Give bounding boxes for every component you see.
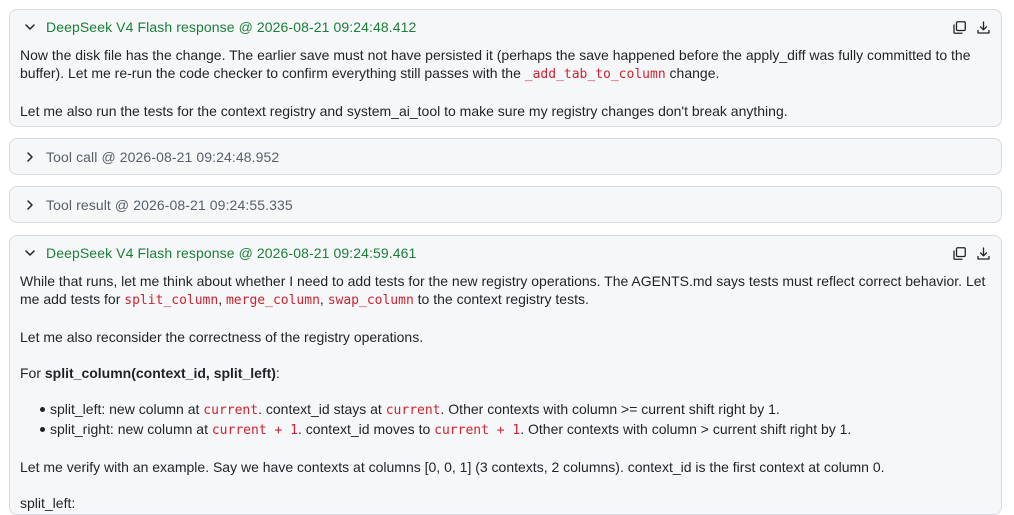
chevron-down-icon[interactable] bbox=[22, 245, 38, 261]
download-icon[interactable] bbox=[975, 245, 991, 261]
download-icon[interactable] bbox=[975, 19, 991, 35]
text: Now the disk file has the change. The ea… bbox=[20, 47, 971, 81]
response-body: Now the disk file has the change. The ea… bbox=[10, 44, 1001, 120]
conversation-log: DeepSeek V4 Flash response @ 2026-08-21 … bbox=[0, 0, 1014, 515]
chevron-right-icon[interactable] bbox=[22, 149, 38, 165]
paragraph: While that runs, let me think about whet… bbox=[20, 272, 989, 310]
response-card-2-header[interactable]: DeepSeek V4 Flash response @ 2026-08-21 … bbox=[10, 236, 1001, 270]
inline-code: split_column bbox=[124, 293, 219, 308]
response-card-1-header[interactable]: DeepSeek V4 Flash response @ 2026-08-21 … bbox=[10, 10, 1001, 44]
text: . context_id stays at bbox=[258, 401, 386, 417]
list-item: split_right: new column at current + 1. … bbox=[40, 420, 989, 440]
inline-code: current + 1 bbox=[434, 423, 521, 438]
copy-icon[interactable] bbox=[951, 19, 967, 35]
response-title: DeepSeek V4 Flash response @ 2026-08-21 … bbox=[46, 19, 417, 35]
response-body: While that runs, let me think about whet… bbox=[10, 270, 1001, 512]
inline-code: merge_column bbox=[225, 293, 320, 308]
inline-code: swap_column bbox=[327, 293, 414, 308]
text: For bbox=[20, 365, 45, 381]
text: change. bbox=[665, 65, 720, 81]
response-title: DeepSeek V4 Flash response @ 2026-08-21 … bbox=[46, 245, 417, 261]
paragraph: split_left: bbox=[20, 495, 76, 511]
tool-result-card[interactable]: Tool result @ 2026-08-21 09:24:55.335 bbox=[9, 186, 1002, 223]
paragraph: Let me also reconsider the correctness o… bbox=[20, 329, 424, 345]
text: split_left: new column at bbox=[50, 401, 204, 417]
bold-text: split_column(context_id, split_left) bbox=[44, 365, 276, 381]
tool-call-title: Tool call @ 2026-08-21 09:24:48.952 bbox=[46, 148, 280, 165]
inline-code: _add_tab_to_column bbox=[524, 67, 666, 82]
tool-result-header[interactable]: Tool result @ 2026-08-21 09:24:55.335 bbox=[10, 187, 1001, 222]
text: . context_id moves to bbox=[297, 421, 435, 437]
text: : bbox=[275, 365, 280, 381]
paragraph: Now the disk file has the change. The ea… bbox=[20, 46, 989, 84]
list-item: split_left: new column at current. conte… bbox=[40, 400, 989, 420]
inline-code: current bbox=[385, 403, 441, 418]
chevron-right-icon[interactable] bbox=[22, 197, 38, 213]
inline-code: current bbox=[203, 403, 259, 418]
paragraph: Let me also run the tests for the contex… bbox=[20, 103, 788, 119]
text: , bbox=[319, 291, 328, 307]
inline-code: current + 1 bbox=[211, 423, 298, 438]
response-card-2: DeepSeek V4 Flash response @ 2026-08-21 … bbox=[9, 235, 1002, 515]
text: . Other contexts with column > current s… bbox=[520, 421, 852, 437]
copy-icon[interactable] bbox=[951, 245, 967, 261]
tool-call-header[interactable]: Tool call @ 2026-08-21 09:24:48.952 bbox=[10, 139, 1001, 174]
text: , bbox=[218, 291, 226, 307]
text: . Other contexts with column >= current … bbox=[440, 401, 780, 417]
bullet-list: split_left: new column at current. conte… bbox=[20, 400, 989, 440]
chevron-down-icon[interactable] bbox=[22, 19, 38, 35]
paragraph: Let me verify with an example. Say we ha… bbox=[20, 459, 885, 475]
tool-result-title: Tool result @ 2026-08-21 09:24:55.335 bbox=[46, 196, 293, 213]
text: to the context registry tests. bbox=[413, 291, 589, 307]
tool-call-card[interactable]: Tool call @ 2026-08-21 09:24:48.952 bbox=[9, 138, 1002, 175]
paragraph: For split_column(context_id, split_left)… bbox=[20, 364, 989, 382]
text: split_right: new column at bbox=[50, 421, 212, 437]
response-card-1: DeepSeek V4 Flash response @ 2026-08-21 … bbox=[9, 9, 1002, 127]
